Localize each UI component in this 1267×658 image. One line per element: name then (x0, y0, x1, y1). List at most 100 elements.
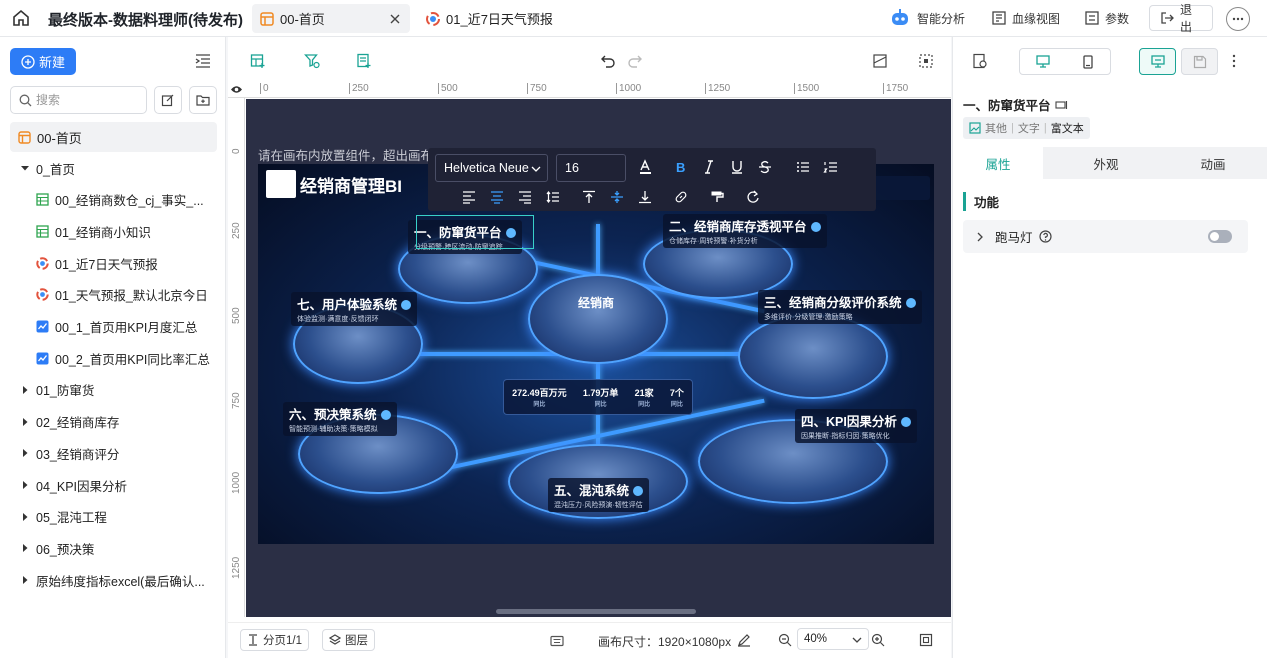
tree-folder[interactable]: 原始纬度指标excel(最后确认... (0, 565, 226, 595)
caret-right-icon[interactable] (20, 512, 30, 522)
ruler-tick-label: 500 (231, 307, 242, 324)
valign-bottom-icon[interactable] (637, 189, 653, 205)
select-area-icon[interactable] (918, 53, 934, 69)
chevron-right-icon[interactable] (975, 232, 985, 242)
tree-folder[interactable]: 0_首页 (0, 153, 226, 183)
caret-down-icon[interactable] (20, 163, 30, 173)
zoom-out-icon[interactable] (778, 633, 792, 647)
keyboard-icon[interactable] (550, 635, 564, 647)
tab-weather[interactable]: 01_近7日天气预报 (418, 4, 568, 33)
bold-icon[interactable]: B (673, 159, 689, 175)
undo-icon[interactable] (600, 53, 616, 69)
zoom-select[interactable]: 40% (797, 628, 869, 650)
exit-button[interactable]: 退出 (1149, 3, 1213, 34)
tree-folder[interactable]: 05_混沌工程 (0, 502, 226, 532)
line-height-icon[interactable] (545, 189, 561, 205)
caret-right-icon[interactable] (20, 480, 30, 490)
settings-page-icon[interactable] (972, 53, 988, 69)
chart-icon (36, 288, 49, 301)
marquee-toggle[interactable] (1208, 230, 1232, 243)
italic-icon[interactable] (701, 159, 717, 175)
tree-item[interactable]: 01_天气预报_默认北京今日 (0, 280, 226, 310)
tab-home[interactable]: 00-首页 (252, 4, 410, 33)
fit-screen-icon[interactable] (919, 633, 933, 647)
new-folder-button[interactable] (189, 86, 217, 114)
design-canvas[interactable]: 请在画布内放置组件，超出画布外的内容无法显示 经销商管理BI 经销商 一、防窜货… (246, 99, 951, 617)
new-dashboard-button[interactable] (154, 86, 182, 114)
search-input[interactable] (36, 93, 136, 107)
params-button[interactable]: 参数 (1084, 5, 1129, 31)
tree-item[interactable]: 01_经销商小知识 (0, 216, 226, 246)
link-icon[interactable] (673, 189, 689, 205)
edit-square-icon (161, 93, 175, 107)
search-box[interactable] (10, 86, 147, 114)
align-left-icon[interactable] (461, 189, 477, 205)
rename-icon[interactable] (1054, 99, 1069, 111)
tab-properties[interactable]: 属性 (953, 147, 1043, 179)
image-icon (969, 122, 981, 134)
tree-folder[interactable]: 02_经销商库存 (0, 407, 226, 437)
ai-analysis-button[interactable]: 智能分析 (889, 5, 965, 31)
font-color-icon[interactable] (638, 159, 654, 175)
ai-analysis-label: 智能分析 (917, 11, 966, 26)
save-button[interactable] (1181, 48, 1218, 75)
tree-folder[interactable]: 06_预决策 (0, 533, 226, 563)
pages-icon (247, 634, 259, 646)
tree-label: 01_近7日天气预报 (55, 257, 158, 272)
align-right-icon[interactable] (517, 189, 533, 205)
add-filter-icon[interactable] (304, 53, 320, 69)
tree-folder[interactable]: 01_防窜货 (0, 375, 226, 405)
new-button[interactable]: 新建 (10, 48, 76, 75)
preview-icon (1150, 55, 1165, 68)
help-icon[interactable] (1038, 230, 1052, 243)
valign-top-icon[interactable] (581, 189, 597, 205)
caret-right-icon[interactable] (20, 575, 30, 585)
caret-right-icon[interactable] (20, 417, 30, 427)
redo-icon[interactable] (627, 53, 643, 69)
underline-icon[interactable] (729, 159, 745, 175)
add-table-icon[interactable] (250, 53, 266, 69)
crumb-item-current: 富文本 (1050, 123, 1084, 135)
valign-middle-icon[interactable] (609, 189, 625, 205)
frame-icon[interactable] (872, 53, 888, 69)
tree-item[interactable]: 01_近7日天气预报 (0, 248, 226, 278)
tree-folder[interactable]: 03_经销商评分 (0, 438, 226, 468)
marquee-setting[interactable]: 跑马灯 (963, 220, 1248, 253)
dashboard-background-image[interactable]: 经销商管理BI 经销商 一、防窜货平台 分级预警·跨区流动·防窜追踪 二、经销商库… (258, 164, 934, 544)
tree-item[interactable]: 00_1_首页用KPI月度汇总 (0, 312, 226, 342)
tree-folder[interactable]: 04_KPI因果分析 (0, 470, 226, 500)
layers-button[interactable]: 图层 (322, 629, 375, 651)
font-family-select[interactable]: Helvetica Neue (435, 154, 548, 182)
tab-appearance[interactable]: 外观 (1061, 147, 1151, 179)
strikethrough-icon[interactable] (757, 159, 773, 175)
caret-right-icon[interactable] (20, 448, 30, 458)
lineage-view-button[interactable]: 血缘视图 (991, 5, 1060, 31)
home-icon[interactable] (12, 9, 30, 27)
mobile-icon[interactable] (1082, 55, 1094, 69)
caret-right-icon[interactable] (20, 385, 30, 395)
caret-right-icon[interactable] (20, 543, 30, 553)
format-painter-icon[interactable] (709, 189, 725, 205)
desktop-icon[interactable] (1036, 55, 1050, 68)
tab-animation[interactable]: 动画 (1168, 147, 1258, 179)
add-component-icon[interactable] (356, 53, 372, 69)
bullet-list-icon[interactable] (795, 159, 811, 175)
close-icon[interactable] (388, 12, 402, 26)
edit-size-icon[interactable] (737, 633, 751, 647)
tree-item[interactable]: 00_2_首页用KPI同比率汇总 (0, 343, 226, 373)
zoom-in-icon[interactable] (871, 633, 885, 647)
collapse-panel-icon[interactable] (195, 54, 211, 68)
align-center-icon[interactable] (489, 189, 505, 205)
selected-component-outline[interactable] (416, 215, 534, 249)
clear-format-icon[interactable] (745, 189, 761, 205)
font-size-input[interactable]: 16 (556, 154, 626, 182)
pages-button[interactable]: 分页1/1 (240, 629, 309, 651)
tree-root-item[interactable]: 00-首页 (10, 122, 217, 152)
eye-icon[interactable] (230, 84, 243, 95)
horizontal-scrollbar[interactable] (496, 609, 696, 614)
tree-item[interactable]: 00_经销商数仓_cj_事实_... (0, 185, 226, 215)
more-vertical-icon[interactable] (1231, 54, 1237, 68)
more-icon[interactable] (1226, 7, 1250, 31)
preview-button[interactable] (1139, 48, 1176, 75)
numbered-list-icon[interactable] (823, 159, 839, 175)
